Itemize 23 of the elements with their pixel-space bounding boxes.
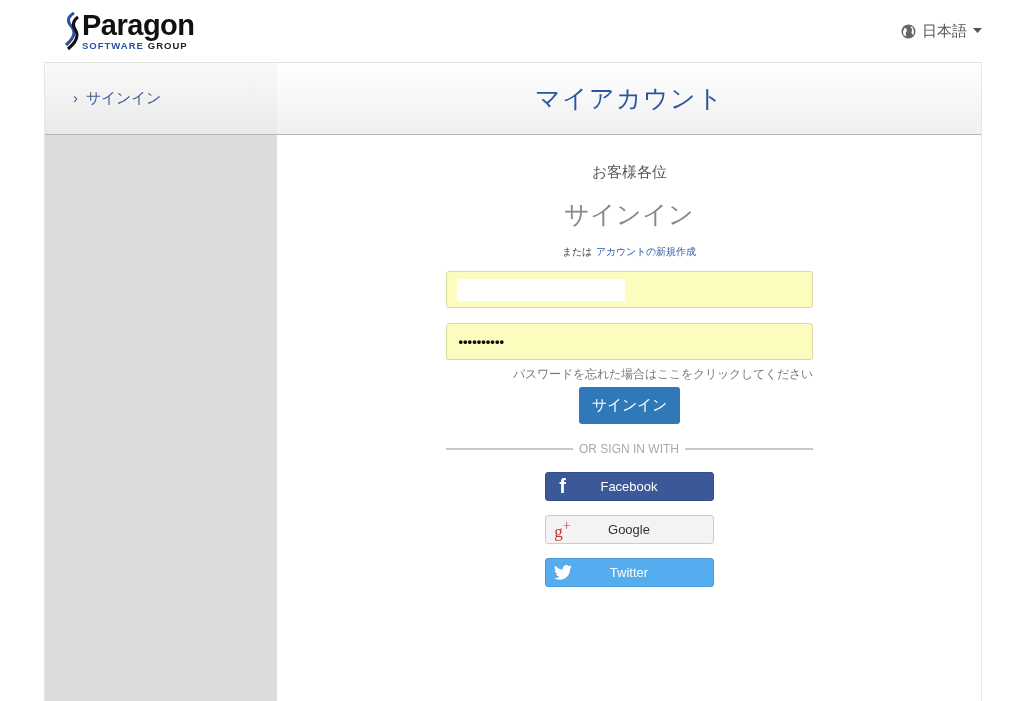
google-plus-logo-icon: g$^{+}$: [553, 517, 572, 542]
form-title: サインイン: [564, 199, 694, 230]
logo-tagline-group: GROUP: [147, 41, 188, 51]
sign-in-button[interactable]: サインイン: [578, 387, 680, 424]
greeting-text: お客様各位: [591, 163, 667, 182]
facebook-button[interactable]: f Facebook: [544, 472, 714, 501]
logo-name: Paragon: [82, 11, 195, 41]
divider-label: OR SIGN IN WITH: [579, 442, 679, 456]
sidebar-link[interactable]: › サインイン: [73, 89, 161, 108]
password-field[interactable]: ••••••••••: [445, 323, 813, 360]
logo-swirl-icon: [62, 11, 80, 51]
email-field[interactable]: [445, 271, 813, 308]
forgot-password-link[interactable]: パスワードを忘れた場合はここをクリックしてください: [445, 366, 813, 383]
globe-icon: [901, 23, 916, 39]
caret-icon[interactable]: [973, 28, 982, 34]
register-prefix: または: [562, 245, 592, 259]
register-link[interactable]: アカウントの新規作成: [596, 245, 696, 259]
logo-tagline: SOFTWARE: [82, 41, 144, 51]
page-title: マイアカウント: [534, 83, 724, 114]
facebook-logo-icon: f: [553, 475, 572, 498]
google-button[interactable]: g$^{+}$ Google: [544, 515, 714, 544]
language-selector[interactable]: 日本語: [922, 21, 967, 41]
bird-icon: [553, 565, 572, 580]
